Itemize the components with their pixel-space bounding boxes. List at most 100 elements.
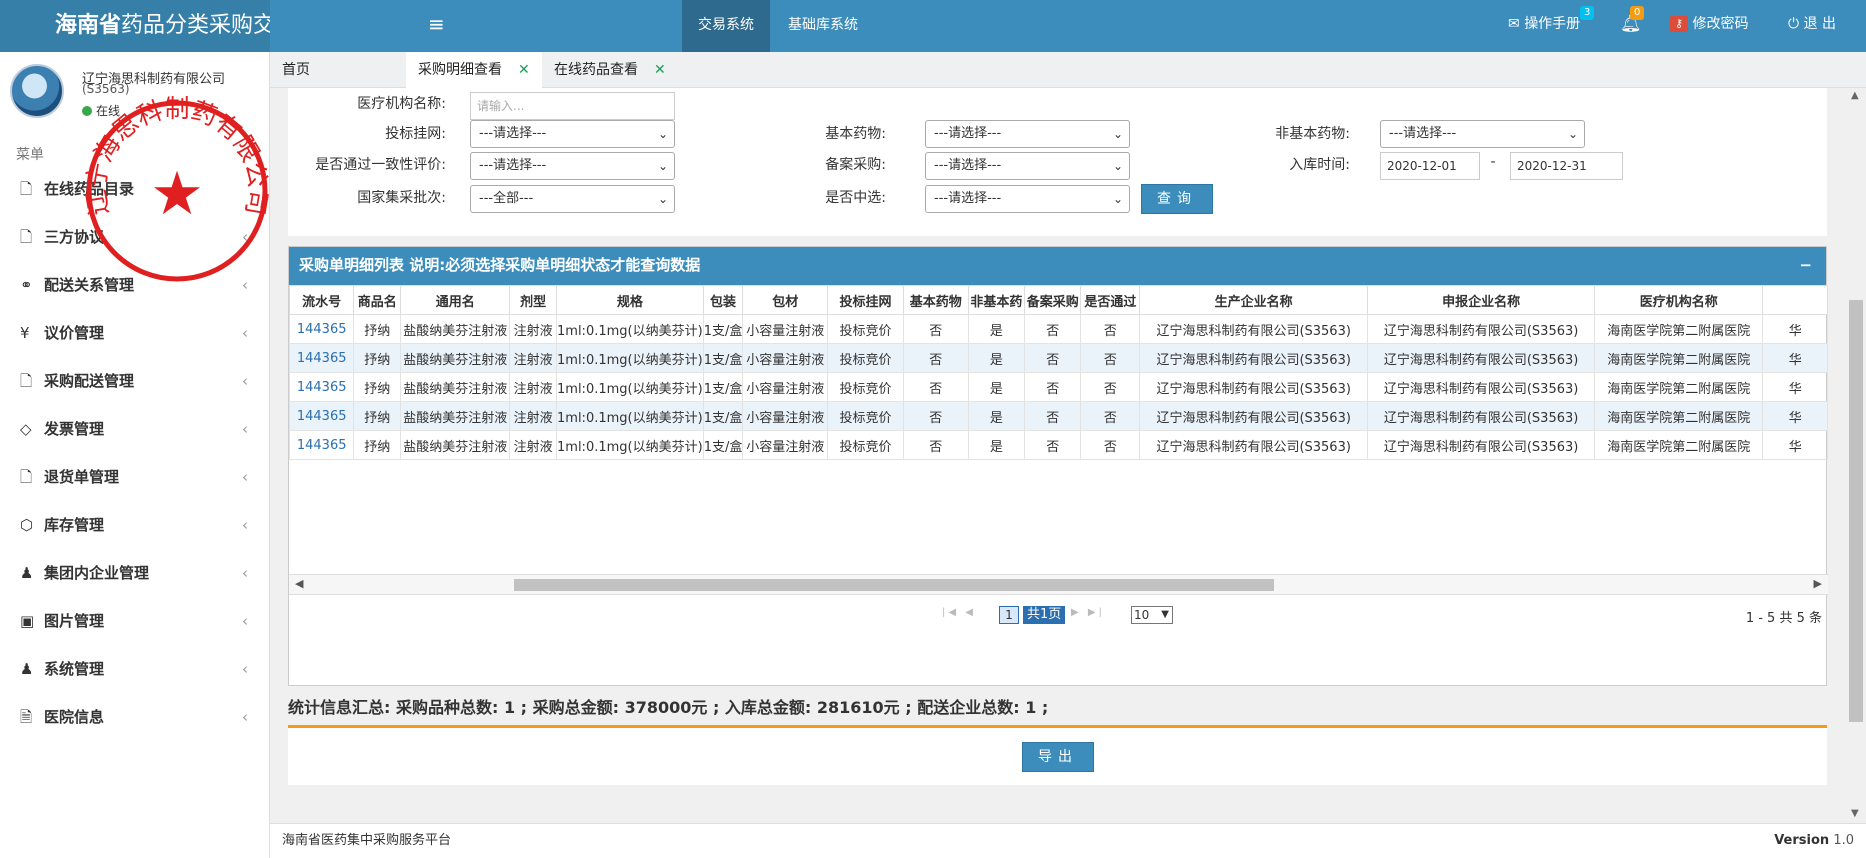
change-password-link[interactable]: ⚷ 修改密码 [1670, 0, 1748, 52]
sidebar-item-1[interactable]: 🗋 在线药品目录 [0, 165, 270, 213]
top-navbar: 海南省药品分类采购交易系统 ≡ 交易系统 基础库系统 ✉ 操作手册 3 🔔︎ 0… [0, 0, 1866, 52]
date-from-input[interactable]: 2020-12-01 [1380, 152, 1480, 180]
batch-select[interactable]: ---全部--- ⌄ [470, 185, 675, 213]
sidebar-item-2[interactable]: 🗋 三方协议 ‹ [0, 213, 270, 261]
chevron-down-icon: ⌄ [1112, 127, 1123, 141]
collapse-icon[interactable]: − [1799, 247, 1812, 283]
column-header[interactable]: 通用名 [400, 285, 511, 315]
table-cell: 辽宁海思科制药有限公司(S3563) [1367, 430, 1596, 460]
table-cell: 辽宁海思科制药有限公司(S3563) [1139, 430, 1369, 460]
table-row[interactable]: 144365 抒纳 盐酸纳美芬注射液 注射液 1ml:0.1mg(以纳美芬计) 1支/盒小… [289, 314, 1828, 344]
bid-select[interactable]: ---请选择--- ⌄ [470, 120, 675, 148]
tab-online-drugs[interactable]: 在线药品查看 ✕ [542, 52, 678, 88]
table-cell: 否 [1080, 430, 1141, 460]
chevron-left-icon: ‹ [242, 612, 248, 630]
vertical-scroll-thumb[interactable] [1849, 300, 1863, 722]
scroll-down-icon[interactable]: ▼ [1851, 808, 1859, 819]
logout-link[interactable]: ⏻ 退 出 [1788, 0, 1836, 52]
footer-version: Version 1.0 [1774, 833, 1854, 848]
nav-base-library-system[interactable]: 基础库系统 [772, 0, 874, 52]
sidebar-item-12[interactable]: 🗎 医院信息 ‹ [0, 693, 270, 741]
sidebar: 辽宁海思科制药有限公司 (S3563) 在线 菜单 🗋 在线药品目录 🗋 三方协议 ‹ ⚭… [0, 52, 272, 858]
yen-icon: ¥ [20, 324, 30, 342]
current-page-input[interactable]: 1 [999, 606, 1019, 624]
horizontal-scrollbar[interactable]: ◀ ▶ [289, 575, 1828, 595]
basic-drug-select[interactable]: ---请选择--- ⌄ [925, 120, 1130, 148]
column-header[interactable]: 生产企业名称 [1139, 285, 1369, 315]
selected-select[interactable]: ---请选择--- ⌄ [925, 185, 1130, 213]
query-button[interactable]: 查询 [1141, 184, 1213, 214]
sidebar-item-11[interactable]: ♟ 系统管理 ‹ [0, 645, 270, 693]
sidebar-item-6[interactable]: ◇ 发票管理 ‹ [0, 405, 270, 453]
sidebar-item-label: 医院信息 [44, 708, 105, 726]
column-header[interactable]: 非基本药 [967, 285, 1026, 315]
scroll-right-icon[interactable]: ▶ [1814, 577, 1822, 590]
date-to-input[interactable]: 2020-12-31 [1510, 152, 1623, 180]
tab-purchase-detail[interactable]: 采购明细查看 ✕ [406, 52, 542, 88]
table-cell: 否 [1024, 343, 1082, 373]
column-header[interactable] [1762, 285, 1828, 315]
serial-number-link[interactable]: 144365 [289, 430, 355, 460]
table-cell: 辽宁海思科制药有限公司(S3563) [1139, 314, 1369, 344]
table-cell: 辽宁海思科制药有限公司(S3563) [1139, 343, 1369, 373]
next-last-page-icon[interactable]: ▶ ▶| [1071, 607, 1105, 618]
sidebar-item-9[interactable]: ♟ 集团内企业管理 ‹ [0, 549, 270, 597]
column-header[interactable]: 规格 [556, 285, 704, 315]
export-button[interactable]: 导出 [1022, 742, 1094, 772]
sidebar-item-7[interactable]: 🗋 退货单管理 ‹ [0, 453, 270, 501]
table-cell: 小容量注射液 [742, 372, 829, 402]
filing-select[interactable]: ---请选择--- ⌄ [925, 152, 1130, 180]
scroll-thumb[interactable] [514, 579, 1274, 591]
close-icon[interactable]: ✕ [654, 62, 666, 78]
scroll-left-icon[interactable]: ◀ [295, 577, 303, 590]
column-header[interactable]: 包材 [742, 285, 829, 315]
column-header[interactable]: 投标挂网 [827, 285, 904, 315]
sidebar-item-5[interactable]: 🗋 采购配送管理 ‹ [0, 357, 270, 405]
menu-toggle-icon[interactable]: ≡ [428, 12, 445, 36]
column-header[interactable]: 医疗机构名称 [1594, 285, 1764, 315]
vertical-scrollbar[interactable]: ▲ ▼ [1846, 88, 1866, 823]
sidebar-item-8[interactable]: ⬡ 库存管理 ‹ [0, 501, 270, 549]
first-prev-page-icon[interactable]: |◀ ◀ [942, 607, 976, 618]
serial-number-link[interactable]: 144365 [289, 314, 355, 344]
column-header[interactable]: 备案采购 [1024, 285, 1082, 315]
consistency-select[interactable]: ---请选择--- ⌄ [470, 152, 675, 180]
column-header[interactable]: 申报企业名称 [1367, 285, 1596, 315]
table-row[interactable]: 144365 抒纳 盐酸纳美芬注射液 注射液 1ml:0.1mg(以纳美芬计) 1支/盒小… [289, 401, 1828, 431]
table-cell: 小容量注射液 [742, 401, 829, 431]
table-cell: 投标竞价 [827, 401, 904, 431]
sidebar-item-4[interactable]: ¥ 议价管理 ‹ [0, 309, 270, 357]
nonbasic-drug-label: 非基本药物: [1275, 126, 1350, 142]
table-row[interactable]: 144365 抒纳 盐酸纳美芬注射液 注射液 1ml:0.1mg(以纳美芬计) 1支/盒小… [289, 372, 1828, 402]
serial-number-link[interactable]: 144365 [289, 372, 355, 402]
chevron-down-icon: ⌄ [1112, 192, 1123, 206]
serial-number-link[interactable]: 144365 [289, 401, 355, 431]
tab-home[interactable]: 首页 [270, 52, 322, 88]
serial-number-link[interactable]: 144365 [289, 343, 355, 373]
nonbasic-drug-select[interactable]: ---请选择--- ⌄ [1380, 120, 1585, 148]
page-size-select[interactable]: 10 ▼ [1131, 606, 1173, 624]
column-header[interactable]: 基本药物 [902, 285, 969, 315]
column-header[interactable]: 剂型 [509, 285, 558, 315]
column-header[interactable]: 商品名 [353, 285, 402, 315]
manual-link[interactable]: ✉ 操作手册 [1508, 0, 1580, 52]
column-header[interactable]: 是否通过 [1080, 285, 1141, 315]
scroll-up-icon[interactable]: ▲ [1851, 90, 1859, 101]
close-icon[interactable]: ✕ [518, 62, 530, 78]
sidebar-item-3[interactable]: ⚭ 配送关系管理 ‹ [0, 261, 270, 309]
chevron-left-icon: ‹ [242, 420, 248, 438]
table-row[interactable]: 144365 抒纳 盐酸纳美芬注射液 注射液 1ml:0.1mg(以纳美芬计) 1支/盒小… [289, 430, 1828, 460]
selected-label: 是否中选: [825, 190, 886, 206]
table-row[interactable]: 144365 抒纳 盐酸纳美芬注射液 注射液 1ml:0.1mg(以纳美芬计) 1支/盒小… [289, 343, 1828, 373]
sidebar-item-label: 在线药品目录 [44, 180, 135, 198]
table-cell: 投标竞价 [827, 430, 904, 460]
table-cell: 否 [1024, 430, 1082, 460]
notification-badge: 0 [1630, 6, 1645, 20]
sidebar-item-10[interactable]: ▣ 图片管理 ‹ [0, 597, 270, 645]
column-header[interactable]: 包装 [702, 285, 744, 315]
table-cell: 1支/盒 [702, 401, 744, 431]
institution-input[interactable]: 请输入... [470, 92, 675, 120]
chevron-down-icon: ⌄ [657, 159, 668, 173]
nav-trade-system[interactable]: 交易系统 [682, 0, 770, 52]
column-header[interactable]: 流水号 [289, 285, 355, 315]
